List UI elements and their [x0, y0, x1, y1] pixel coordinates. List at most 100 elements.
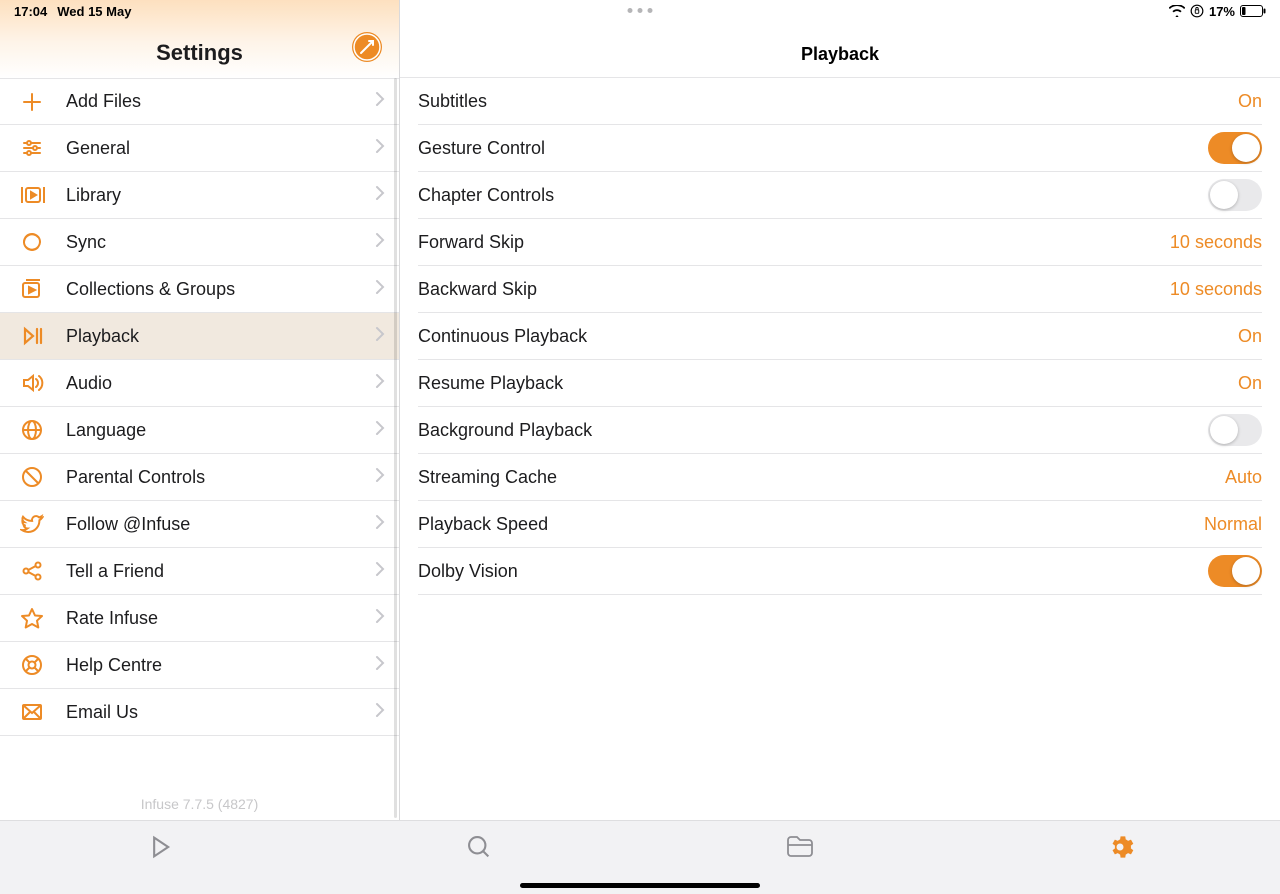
sidebar-item-audio[interactable]: Audio [0, 360, 399, 407]
chevron-right-icon [375, 91, 385, 112]
rotation-lock-icon [1190, 4, 1204, 18]
sidebar-item-label: Email Us [66, 702, 375, 723]
setting-label: Gesture Control [418, 138, 1208, 159]
sidebar-item-label: Audio [66, 373, 375, 394]
switch-dolby-vision[interactable] [1208, 555, 1262, 587]
value-streaming-cache[interactable]: Auto [1225, 467, 1262, 488]
chevron-right-icon [375, 138, 385, 159]
star-icon [20, 606, 48, 630]
sidebar-item-label: Playback [66, 326, 375, 347]
chevron-right-icon [375, 655, 385, 676]
setting-label: Backward Skip [418, 279, 1170, 300]
setting-label: Subtitles [418, 91, 1238, 112]
value-forward-skip[interactable]: 10 seconds [1170, 232, 1262, 253]
sidebar-item-label: General [66, 138, 375, 159]
setting-row-playback-speed[interactable]: Playback SpeedNormal [418, 501, 1262, 548]
profile-icon[interactable] [351, 31, 383, 68]
setting-row-resume-playback[interactable]: Resume PlaybackOn [418, 360, 1262, 407]
play-tab-icon [146, 833, 174, 861]
chevron-right-icon [375, 373, 385, 394]
sidebar-title: Settings [16, 40, 383, 66]
setting-label: Playback Speed [418, 514, 1204, 535]
tab-files[interactable] [785, 833, 815, 859]
setting-row-continuous-playback[interactable]: Continuous PlaybackOn [418, 313, 1262, 360]
app-version-label: Infuse 7.7.5 (4827) [0, 778, 399, 820]
status-bar: 17:04 Wed 15 May 17% [0, 0, 1280, 22]
tab-play[interactable] [146, 833, 174, 861]
setting-label: Chapter Controls [418, 185, 1208, 206]
setting-row-backward-skip[interactable]: Backward Skip10 seconds [418, 266, 1262, 313]
chevron-right-icon [375, 232, 385, 253]
sidebar-item-rate-infuse[interactable]: Rate Infuse [0, 595, 399, 642]
sidebar-item-sync[interactable]: Sync [0, 219, 399, 266]
chevron-right-icon [375, 279, 385, 300]
battery-percentage: 17% [1209, 4, 1235, 19]
home-indicator[interactable] [520, 883, 760, 888]
files-tab-icon [785, 833, 815, 859]
sidebar-item-language[interactable]: Language [0, 407, 399, 454]
switch-chapter-controls[interactable] [1208, 179, 1262, 211]
sidebar-item-add-files[interactable]: Add Files [0, 78, 399, 125]
playback-icon [20, 324, 48, 348]
settings-sidebar: Settings Add Files General Library Sync Coll… [0, 0, 400, 820]
sidebar-item-email-us[interactable]: Email Us [0, 689, 399, 736]
setting-row-streaming-cache[interactable]: Streaming CacheAuto [418, 454, 1262, 501]
value-continuous-playback[interactable]: On [1238, 326, 1262, 347]
sidebar-item-label: Tell a Friend [66, 561, 375, 582]
setting-row-gesture-control: Gesture Control [418, 125, 1262, 172]
scroll-indicator[interactable] [394, 78, 397, 818]
plus-icon [20, 90, 48, 114]
search-tab-icon [465, 833, 493, 861]
chevron-right-icon [375, 326, 385, 347]
detail-title: Playback [801, 44, 879, 65]
tab-search[interactable] [465, 833, 493, 861]
switch-background-playback[interactable] [1208, 414, 1262, 446]
setting-label: Resume Playback [418, 373, 1238, 394]
setting-label: Continuous Playback [418, 326, 1238, 347]
sidebar-item-help-centre[interactable]: Help Centre [0, 642, 399, 689]
globe-icon [20, 418, 48, 442]
tab-settings[interactable] [1106, 833, 1134, 861]
sidebar-item-label: Add Files [66, 91, 375, 112]
setting-row-subtitles[interactable]: SubtitlesOn [418, 78, 1262, 125]
sidebar-item-parental-controls[interactable]: Parental Controls [0, 454, 399, 501]
chevron-right-icon [375, 702, 385, 723]
sidebar-item-label: Help Centre [66, 655, 375, 676]
share-icon [20, 559, 48, 583]
sidebar-item-playback[interactable]: Playback [0, 313, 399, 360]
sidebar-item-label: Language [66, 420, 375, 441]
chevron-right-icon [375, 608, 385, 629]
chevron-right-icon [375, 420, 385, 441]
sidebar-item-follow-infuse[interactable]: Follow @Infuse [0, 501, 399, 548]
twitter-icon [20, 512, 48, 536]
status-date: Wed 15 May [57, 4, 131, 19]
setting-label: Background Playback [418, 420, 1208, 441]
sliders-icon [20, 136, 48, 160]
sidebar-item-label: Follow @Infuse [66, 514, 375, 535]
sidebar-item-library[interactable]: Library [0, 172, 399, 219]
value-backward-skip[interactable]: 10 seconds [1170, 279, 1262, 300]
switch-gesture-control[interactable] [1208, 132, 1262, 164]
setting-row-chapter-controls: Chapter Controls [418, 172, 1262, 219]
setting-label: Streaming Cache [418, 467, 1225, 488]
setting-label: Dolby Vision [418, 561, 1208, 582]
library-icon [20, 183, 48, 207]
sidebar-item-tell-a-friend[interactable]: Tell a Friend [0, 548, 399, 595]
sidebar-item-collections-groups[interactable]: Collections & Groups [0, 266, 399, 313]
gear-tab-icon [1106, 833, 1134, 861]
value-resume-playback[interactable]: On [1238, 373, 1262, 394]
sidebar-item-label: Library [66, 185, 375, 206]
setting-row-background-playback: Background Playback [418, 407, 1262, 454]
parental-icon [20, 465, 48, 489]
sidebar-item-general[interactable]: General [0, 125, 399, 172]
setting-row-dolby-vision: Dolby Vision [418, 548, 1262, 595]
audio-icon [20, 371, 48, 395]
chevron-right-icon [375, 561, 385, 582]
collections-icon [20, 277, 48, 301]
setting-row-forward-skip[interactable]: Forward Skip10 seconds [418, 219, 1262, 266]
wifi-icon [1169, 5, 1185, 17]
sidebar-item-label: Collections & Groups [66, 279, 375, 300]
value-subtitles[interactable]: On [1238, 91, 1262, 112]
value-playback-speed[interactable]: Normal [1204, 514, 1262, 535]
battery-icon [1240, 5, 1266, 17]
